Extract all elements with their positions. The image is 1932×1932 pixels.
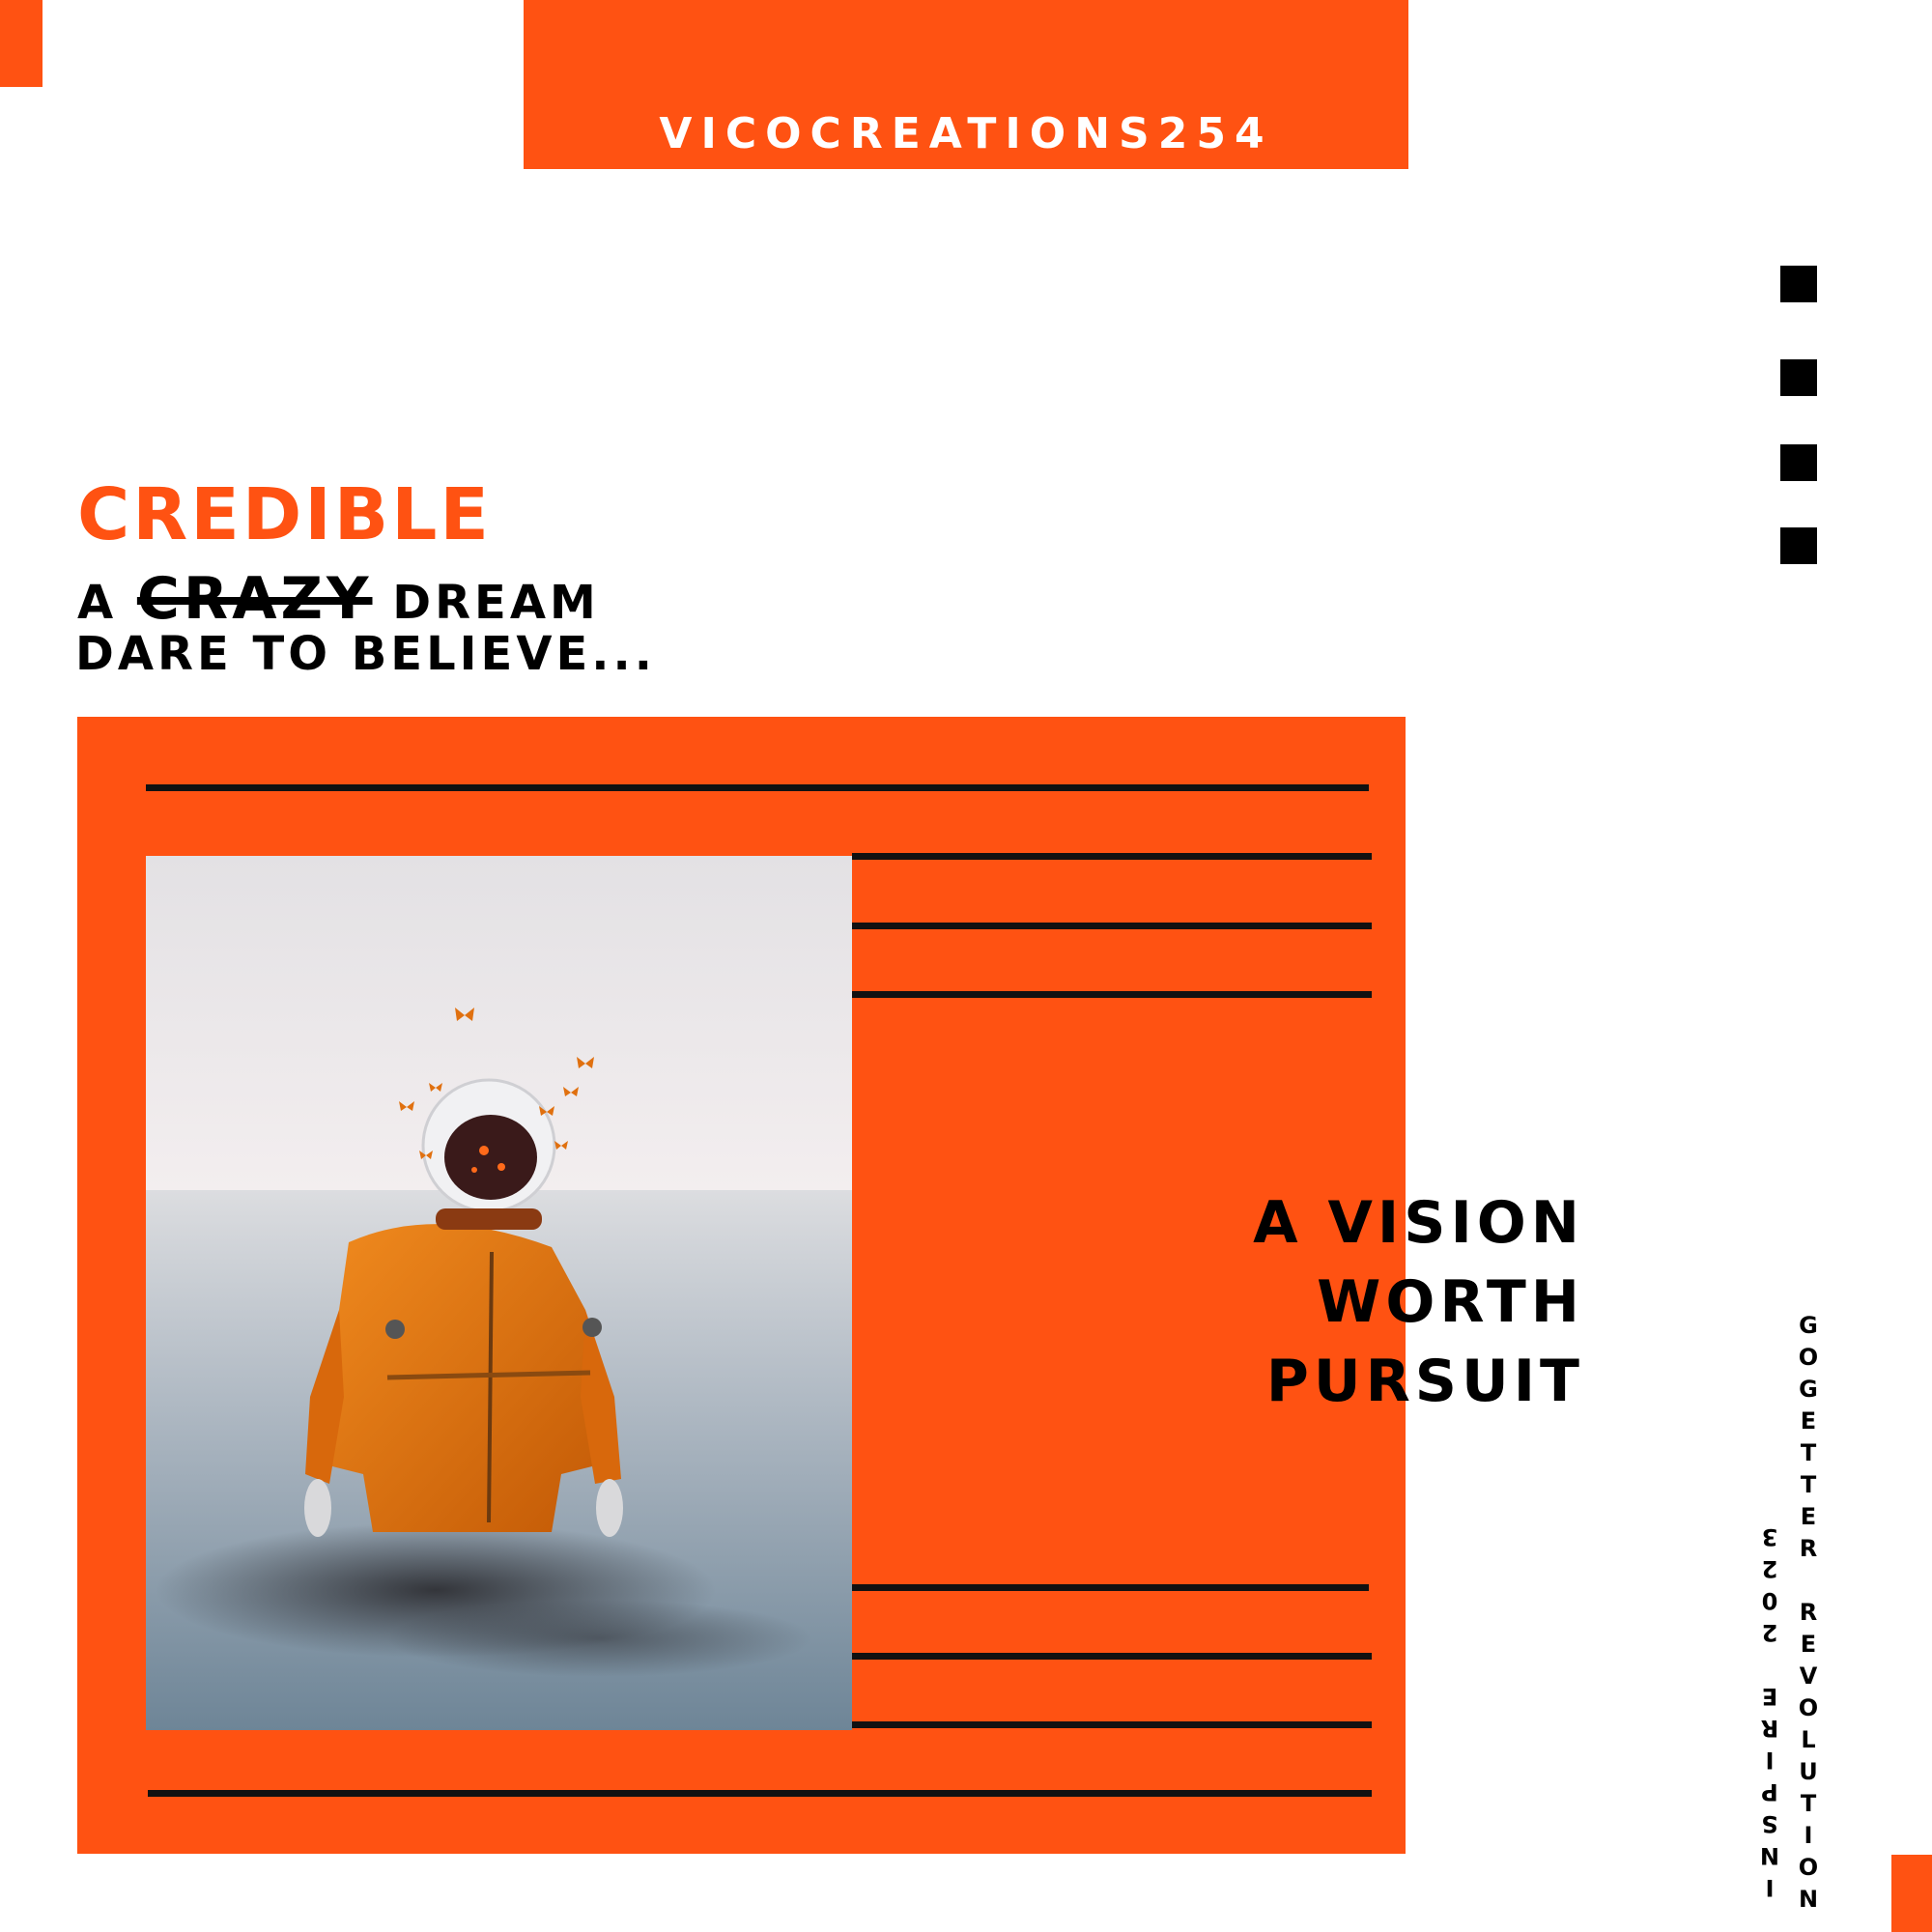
headline-struck-word: CRAZY xyxy=(136,565,373,633)
decorative-square-4 xyxy=(1780,527,1817,564)
decorative-square-3 xyxy=(1780,444,1817,481)
headline-word-dream: DREAM xyxy=(392,576,600,630)
brand-name: VICOCREATIONS254 xyxy=(659,109,1273,158)
rule-lower-1 xyxy=(852,1584,1369,1591)
headline-line-2: A CRAZY DREAM xyxy=(77,570,600,628)
tagline-line-3: PURSUIT xyxy=(1265,1348,1584,1415)
tagline-line-1: A VISION xyxy=(1253,1189,1584,1257)
rule-lower-3 xyxy=(852,1721,1372,1728)
rule-lower-2 xyxy=(852,1653,1372,1660)
corner-accent-top-left xyxy=(0,0,43,87)
rule-upper-2 xyxy=(852,923,1372,929)
vision-tagline: A VISION WORTH PURSUIT xyxy=(1208,1183,1584,1421)
side-text-inspire: INSPIRE 2023 xyxy=(1756,1519,1783,1901)
rule-bottom xyxy=(148,1790,1372,1797)
headline-accent: CREDIBLE xyxy=(77,473,492,556)
corner-accent-bottom-right xyxy=(1891,1855,1932,1932)
side-text-gogetter: GOGETTER REVOLUTION xyxy=(1795,1312,1822,1918)
brand-banner: VICOCREATIONS254 xyxy=(524,0,1408,169)
headline-line-3: DARE TO BELIEVE... xyxy=(75,627,656,681)
decorative-square-2 xyxy=(1780,359,1817,396)
headline-word-a: A xyxy=(77,576,118,630)
rule-upper-1 xyxy=(852,853,1372,860)
astronaut-in-water-image xyxy=(146,856,852,1730)
rule-top xyxy=(146,784,1369,791)
rule-upper-3 xyxy=(852,991,1372,998)
decorative-square-1 xyxy=(1780,266,1817,302)
tagline-line-2: WORTH xyxy=(1317,1268,1584,1336)
